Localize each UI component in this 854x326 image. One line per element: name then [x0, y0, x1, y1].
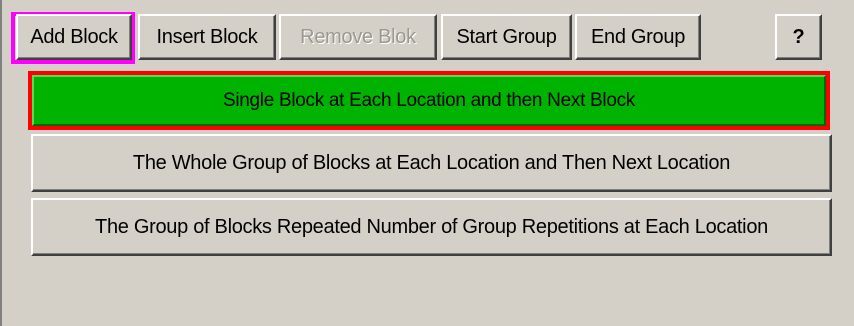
remove-block-button[interactable]: Remove Blok — [279, 14, 437, 60]
end-group-button[interactable]: End Group — [575, 14, 701, 60]
start-group-button[interactable]: Start Group — [441, 14, 572, 60]
option-group-repeated[interactable]: The Group of Blocks Repeated Number of G… — [31, 198, 832, 256]
add-block-button[interactable]: Add Block — [16, 14, 132, 60]
block-order-panel: Add Block Insert Block Remove Blok Start… — [0, 0, 854, 326]
option-whole-group[interactable]: The Whole Group of Blocks at Each Locati… — [31, 134, 832, 192]
insert-block-button[interactable]: Insert Block — [138, 14, 276, 60]
option-single-block[interactable]: Single Block at Each Location and then N… — [32, 75, 826, 126]
help-button[interactable]: ? — [775, 14, 822, 60]
